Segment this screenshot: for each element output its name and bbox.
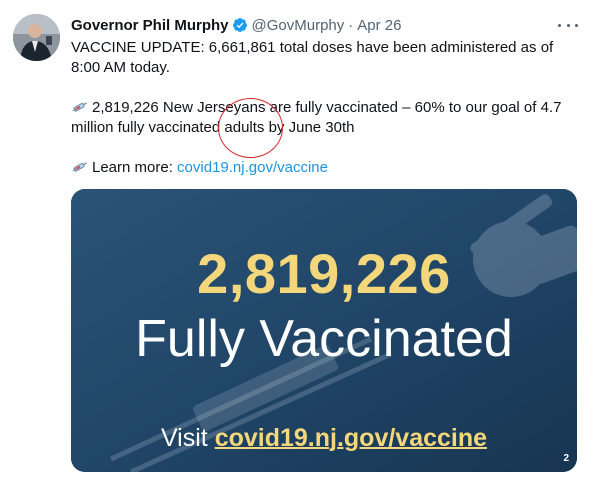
tweet-line-progress: 2,819,226 New Jerseyans are fully vaccin… [71, 98, 581, 138]
tweet-card[interactable]: Governor Phil Murphy @GovMurphy · Apr 26… [0, 0, 600, 484]
tweet-text: VACCINE UPDATE: 6,661,861 total doses ha… [71, 38, 581, 178]
tweet-line-update: VACCINE UPDATE: 6,661,861 total doses ha… [71, 39, 554, 76]
vaccine-link[interactable]: covid19.nj.gov/vaccine [177, 159, 328, 176]
vaccinated-count: 2,819,226 [197, 242, 451, 305]
tweet-progress-text: 2,819,226 New Jerseyans are fully vaccin… [71, 99, 562, 136]
red-circle-annotation [218, 98, 283, 158]
syringe-icon [71, 99, 88, 113]
avatar[interactable] [13, 14, 60, 61]
author-name[interactable]: Governor Phil Murphy [71, 17, 229, 34]
learn-more-prefix: Learn more: [92, 159, 178, 176]
visit-prefix: Visit [160, 424, 215, 452]
tweet-date[interactable]: Apr 26 [357, 17, 401, 34]
avatar-photo [13, 14, 60, 61]
author-handle[interactable]: @GovMurphy [252, 17, 345, 34]
media-image[interactable]: 2,819,226 Fully Vaccinated Visit covid19… [71, 189, 577, 472]
media-page-badge: 2 [563, 453, 569, 464]
vaccinated-label: Fully Vaccinated [135, 310, 513, 368]
syringe-icon [71, 159, 88, 173]
tweet-header: Governor Phil Murphy @GovMurphy · Apr 26 [71, 15, 401, 35]
header-separator: · [348, 16, 354, 34]
visit-line: Visit covid19.nj.gov/vaccine [71, 424, 577, 453]
verified-badge-icon [232, 17, 248, 33]
tweet-line-learn-more: Learn more: covid19.nj.gov/vaccine [71, 158, 581, 178]
visit-url: covid19.nj.gov/vaccine [214, 424, 488, 452]
more-icon[interactable] [558, 18, 578, 32]
